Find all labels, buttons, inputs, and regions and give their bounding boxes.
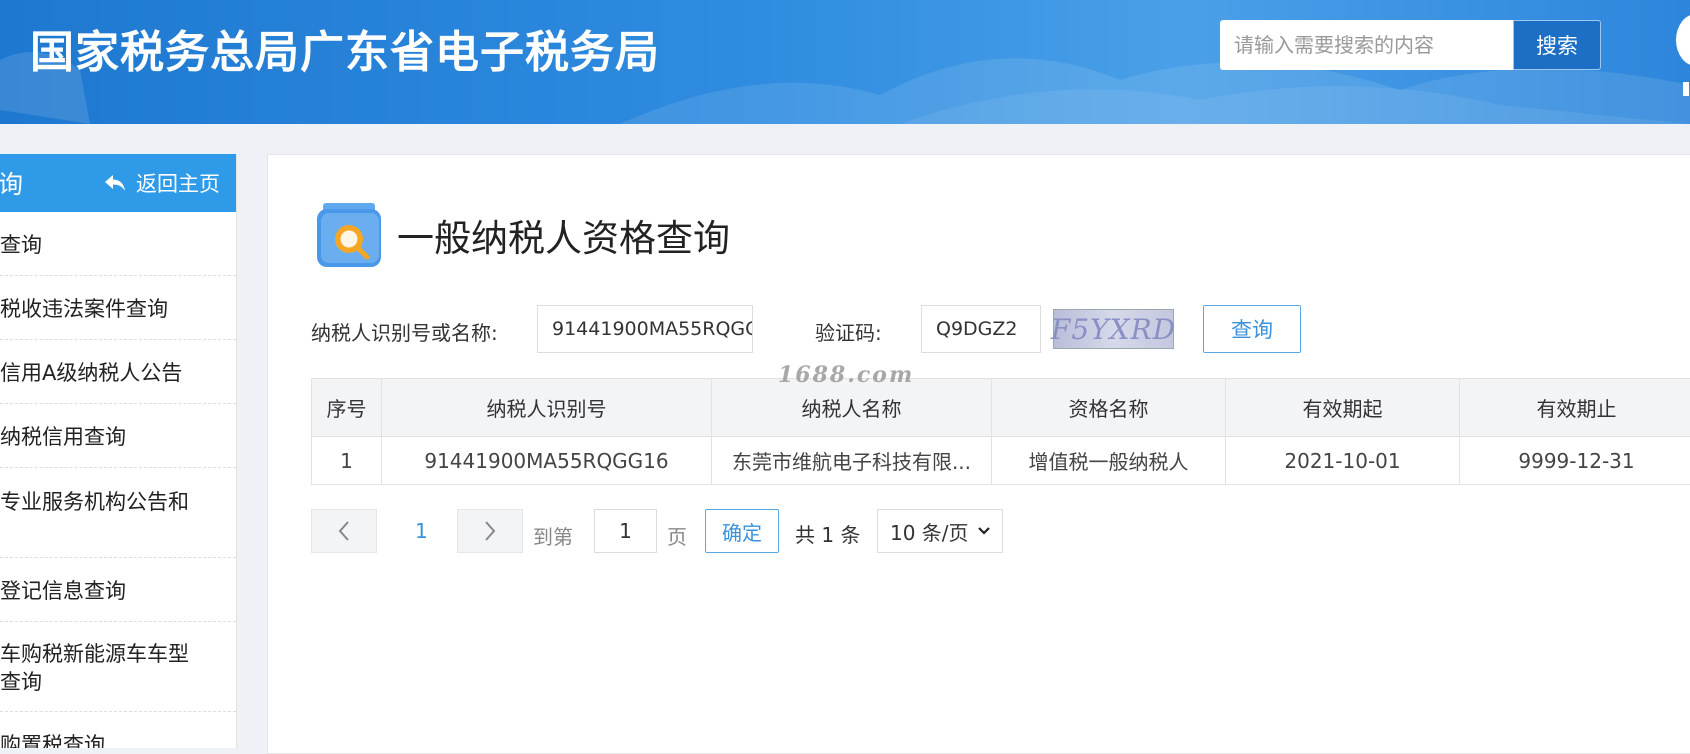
sidebar-item-label: 购置税查询	[0, 729, 230, 749]
cell-taxpayer-id: 91441900MA55RQGG16	[382, 437, 712, 485]
page-number-current[interactable]: 1	[415, 519, 428, 543]
sidebar-item-label: 登记信息查询	[0, 575, 230, 605]
sidebar-item-label: 查询	[0, 229, 230, 259]
result-table: 序号 纳税人识别号 纳税人名称 资格名称 有效期起 有效期止 1 9144190…	[311, 378, 1690, 485]
cell-valid-to: 9999-12-31	[1460, 437, 1690, 485]
total-count: 共 1 条	[795, 519, 860, 548]
col-header-index: 序号	[312, 379, 382, 437]
reply-arrow-icon	[104, 173, 126, 193]
col-header-qualification: 资格名称	[992, 379, 1226, 437]
cell-taxpayer-name: 东莞市维航电子科技有限...	[712, 437, 992, 485]
sidebar-title: 询	[0, 165, 23, 201]
sidebar-item-label: 税收违法案件查询	[0, 293, 230, 323]
sidebar-item-tax-violation[interactable]: 税收违法案件查询	[0, 276, 236, 340]
header-edge-mark	[1683, 82, 1689, 96]
search-button[interactable]: 搜索	[1513, 20, 1601, 70]
page-size-select[interactable]: 10 条/页	[877, 509, 1003, 553]
sidebar-item-service-agency[interactable]: 专业服务机构公告和	[0, 468, 236, 558]
query-button[interactable]: 查询	[1203, 305, 1301, 353]
prev-page-button[interactable]	[311, 509, 377, 553]
sidebar-item-label: 信用A级纳税人公告	[0, 357, 230, 387]
sidebar-header: 询 返回主页	[0, 154, 236, 212]
search-input[interactable]	[1220, 20, 1513, 70]
sidebar-item-purchase-tax[interactable]: 购置税查询	[0, 712, 236, 748]
chevron-left-icon	[337, 520, 351, 542]
page-unit-label: 页	[667, 521, 687, 550]
chevron-right-icon	[483, 520, 497, 542]
search-folder-icon	[315, 201, 383, 269]
taxpayer-label: 纳税人识别号或名称:	[311, 317, 498, 346]
back-home-link[interactable]: 返回主页	[104, 168, 220, 198]
col-header-valid-to: 有效期止	[1460, 379, 1690, 437]
watermark-text: 1688.com	[778, 362, 914, 388]
goto-confirm-button[interactable]: 确定	[705, 509, 779, 553]
chevron-down-icon	[977, 526, 991, 536]
sidebar-item-label: 纳税信用查询	[0, 421, 230, 451]
page-title-row: 一般纳税人资格查询	[315, 201, 730, 269]
goto-label: 到第	[533, 521, 573, 550]
col-header-taxpayer-id: 纳税人识别号	[382, 379, 712, 437]
page-title: 一般纳税人资格查询	[397, 208, 730, 262]
query-form: 纳税人识别号或名称: 91441900MA55RQGG1 验证码: Q9DGZ2…	[311, 305, 1511, 353]
sidebar-item-credit-query[interactable]: 纳税信用查询	[0, 404, 236, 468]
captcha-label: 验证码:	[815, 317, 882, 346]
table-header-row: 序号 纳税人识别号 纳税人名称 资格名称 有效期起 有效期止	[312, 379, 1690, 437]
sidebar-item-label: 专业服务机构公告和	[0, 488, 230, 516]
table-row: 1 91441900MA55RQGG16 东莞市维航电子科技有限... 增值税一…	[312, 437, 1690, 485]
sidebar: 询 返回主页 查询 税收违法案件查询 信用A级纳税人公告 纳税信用查询 专业服务…	[0, 154, 237, 748]
cell-index: 1	[312, 437, 382, 485]
col-header-valid-from: 有效期起	[1226, 379, 1460, 437]
sidebar-item-registration[interactable]: 登记信息查询	[0, 558, 236, 622]
goto-page-input[interactable]: 1	[594, 509, 657, 553]
sidebar-item-credit-a[interactable]: 信用A级纳税人公告	[0, 340, 236, 404]
next-page-button[interactable]	[457, 509, 523, 553]
site-title: 国家税务总局广东省电子税务局	[30, 16, 660, 80]
main-panel: 一般纳税人资格查询 纳税人识别号或名称: 91441900MA55RQGG1 验…	[267, 154, 1690, 754]
back-home-label: 返回主页	[136, 168, 220, 198]
taxpayer-input[interactable]: 91441900MA55RQGG1	[537, 305, 753, 353]
captcha-input[interactable]: Q9DGZ2	[921, 305, 1041, 353]
captcha-image[interactable]: F5YXRD	[1053, 309, 1174, 349]
sidebar-item-label: 车购税新能源车车型查询	[0, 640, 200, 696]
pagination: 1 到第 1 页 确定 共 1 条 10 条/页	[311, 509, 1111, 555]
page-size-value: 10 条/页	[890, 517, 969, 546]
captcha-text: F5YXRD	[1051, 313, 1176, 346]
sidebar-item-new-energy-car[interactable]: 车购税新能源车车型查询	[0, 622, 236, 712]
top-header: 国家税务总局广东省电子税务局 搜索	[0, 0, 1690, 124]
cell-qualification: 增值税一般纳税人	[992, 437, 1226, 485]
sidebar-item-query[interactable]: 查询	[0, 212, 236, 276]
cell-valid-from: 2021-10-01	[1226, 437, 1460, 485]
